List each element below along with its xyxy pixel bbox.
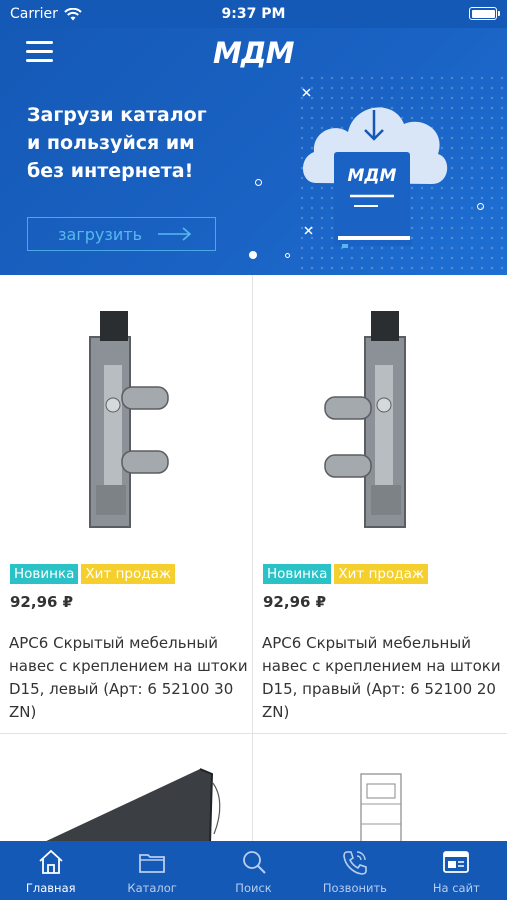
product-card[interactable]: Новинка Хит продаж 92,96 ₽ APC6 Скрытый … <box>253 275 507 734</box>
product-card[interactable] <box>253 734 507 841</box>
search-icon <box>242 851 266 874</box>
tab-label: На сайт <box>432 881 480 895</box>
banner-text: Загрузи каталог и пользуйся им без интер… <box>27 104 207 182</box>
pager-dot-active <box>249 251 257 259</box>
home-icon <box>39 849 63 874</box>
tab-catalog[interactable]: Каталог <box>101 841 202 900</box>
cloud-book-illustration: МДМ <box>302 107 448 248</box>
product-image <box>89 311 169 528</box>
tab-search[interactable]: Поиск <box>203 841 304 900</box>
badge-bestseller: Хит продаж <box>334 564 429 584</box>
arrow-right-icon <box>158 227 192 241</box>
product-card[interactable]: Новинка Хит продаж 92,96 ₽ APC6 Скрытый … <box>0 275 253 734</box>
product-price: 92,96 ₽ <box>10 593 74 611</box>
tab-label: Поиск <box>235 881 272 895</box>
tab-website[interactable]: На сайт <box>406 841 507 900</box>
tab-label: Каталог <box>127 881 177 895</box>
sparkle-dot <box>255 179 262 186</box>
download-button[interactable]: загрузить <box>27 217 216 251</box>
hero-banner[interactable]: МДМ Загрузи каталог и пользуйся им без и… <box>0 28 507 275</box>
badge-bestseller: Хит продаж <box>81 564 176 584</box>
tab-bar: Главная Каталог Поиск Позвонить На сайт <box>0 841 507 900</box>
badges: Новинка Хит продаж <box>10 564 176 584</box>
battery-icon <box>469 7 500 20</box>
clock: 9:37 PM <box>221 6 286 22</box>
product-image <box>324 311 406 528</box>
product-grid: Новинка Хит продаж 92,96 ₽ APC6 Скрытый … <box>0 275 507 841</box>
product-image <box>360 773 402 841</box>
sparkle-dot <box>477 203 484 210</box>
menu-button[interactable] <box>26 41 53 63</box>
phone-icon <box>343 851 367 875</box>
status-bar: Carrier 9:37 PM <box>0 0 507 28</box>
logo[interactable]: МДМ <box>213 36 295 70</box>
tab-label: Главная <box>25 881 76 895</box>
product-card[interactable] <box>0 734 253 841</box>
product-title[interactable]: APC6 Скрытый мебельный навес с крепление… <box>262 632 502 724</box>
tab-label: Позвонить <box>322 881 387 895</box>
tab-home[interactable]: Главная <box>0 841 101 900</box>
product-image <box>46 768 221 841</box>
product-price: 92,96 ₽ <box>263 593 327 611</box>
download-button-label: загрузить <box>58 224 142 244</box>
pager-dot <box>285 253 290 258</box>
folder-icon <box>139 854 166 873</box>
badge-new: Новинка <box>263 564 332 584</box>
tab-call[interactable]: Позвонить <box>304 841 405 900</box>
book-logo: МДМ <box>348 166 397 186</box>
browser-icon <box>443 851 470 873</box>
badges: Новинка Хит продаж <box>263 564 429 584</box>
badge-new: Новинка <box>10 564 79 584</box>
product-title[interactable]: APC6 Скрытый мебельный навес с крепление… <box>9 632 249 724</box>
